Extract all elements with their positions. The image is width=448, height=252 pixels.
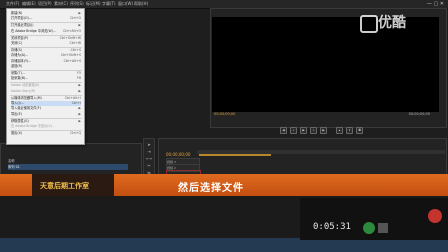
file-menu-item-label: Adobe Story(R) [11, 88, 36, 93]
file-menu-item[interactable]: 存储副本(Y)... Ctrl+Alt+S [11, 59, 81, 64]
file-menu-item-shortcut: Ctrl+W [69, 41, 82, 45]
menu-window[interactable]: 窗口(W) [118, 0, 133, 8]
taskbar [0, 238, 448, 252]
file-menu-item-shortcut: Ctrl+Shift+S [60, 53, 81, 58]
file-menu-item-label: 获取属性(G) [11, 118, 29, 123]
youku-logo-icon [360, 15, 378, 33]
file-menu-item-shortcut: Ctrl+Alt+I [64, 95, 81, 100]
step-back-icon[interactable]: ◀ [280, 127, 287, 134]
file-menu-item[interactable]: 关闭项目(P) Ctrl+Shift+W [11, 36, 81, 41]
file-menu-item-label: 返回(R) [11, 64, 23, 69]
file-menu-item[interactable]: 打开最近项目(J) ▶ [11, 23, 81, 28]
menu-title[interactable]: 字幕(T) [102, 0, 116, 8]
file-menu-item-shortcut: Ctrl+O [70, 16, 81, 21]
file-menu-item[interactable]: 导出(E) ▶ [11, 112, 81, 117]
recorder-status-icon[interactable] [363, 222, 375, 234]
watermark: 优酷 [378, 15, 406, 31]
file-menu-item-label: 存储为(A)... [11, 53, 29, 58]
file-menu-item[interactable]: 在 Adobe Bridge 中显示(V)... [11, 124, 81, 129]
file-menu-item-shortcut: Ctrl+Q [70, 131, 81, 135]
track-select-icon[interactable]: ⇥ [146, 149, 152, 154]
file-menu-item[interactable]: 返回(R) [11, 64, 81, 69]
file-menu-item-label: 导入(I)... [11, 101, 24, 105]
file-menu-item-label: 存储(S) [11, 47, 22, 52]
file-menu-item-shortcut: ▶ [78, 106, 81, 111]
file-menu-item[interactable]: 从媒体浏览器导入(M) Ctrl+Alt+I [11, 96, 81, 101]
selection-tool-icon[interactable]: ➤ [146, 142, 152, 147]
transport-controls: ◀ « ▶ » ▶ ▴ ▾ ◘ [270, 127, 390, 134]
program-timecode[interactable]: 00;00;00;00 [214, 112, 235, 116]
menu-edit[interactable]: 编辑(E) [22, 0, 36, 8]
recorder-time: 0:05:31 [313, 222, 351, 232]
file-menu-item[interactable]: 获取属性(G) ▶ [11, 119, 81, 124]
menu-sequence[interactable]: 序列(S) [70, 0, 84, 8]
file-menu-item-label: 打开项目(O)... [11, 16, 32, 21]
menu-file[interactable]: 文件(F) [6, 0, 19, 8]
program-duration: 00;00;00;00 [408, 112, 430, 116]
file-menu-item[interactable]: 打开项目(O)... Ctrl+O [11, 16, 81, 21]
file-menu-item-shortcut: Ctrl+S [70, 47, 81, 52]
file-menu-item-label: 打开最近项目(J) [11, 23, 34, 28]
work-area-bar[interactable] [199, 154, 271, 156]
file-menu-item[interactable]: 退出(X) Ctrl+Q [11, 131, 81, 136]
file-menu-item-shortcut: Ctrl+Alt+O [63, 28, 81, 33]
file-menu-dropdown: 新建(N) ▶ 打开项目(O)... Ctrl+O 打开最近项目(J) ▶ 在 Adobe … [6, 8, 85, 145]
recorder-pause-icon[interactable] [378, 223, 388, 233]
forward-icon[interactable]: » [310, 127, 317, 134]
file-menu-item-shortcut: ▶ [78, 118, 81, 123]
file-menu-item-label: 批采集(B)... [11, 76, 29, 81]
file-menu-item-shortcut: ▶ [78, 83, 81, 88]
timeline-timecode[interactable]: 00;00;00;00 [166, 152, 190, 157]
razor-icon[interactable]: ✂ [146, 163, 152, 168]
file-menu-item-label: 采集(T)... [11, 71, 25, 75]
recorder-panel [300, 198, 448, 240]
file-menu-item-shortcut: ▶ [78, 88, 81, 93]
file-menu-item-shortcut: F5 [77, 71, 81, 75]
file-menu-item-shortcut: ▶ [78, 23, 81, 28]
rewind-icon[interactable]: « [290, 127, 297, 134]
file-menu-item-label: 关闭(C) [11, 41, 23, 45]
menu-help[interactable]: 帮助(H) [134, 0, 148, 8]
file-menu-item[interactable]: Adobe 动态链接(K) ▶ [11, 83, 81, 88]
file-menu-item[interactable]: 批采集(B)... F6 [11, 76, 81, 81]
file-menu-item-label: 在 Adobe Bridge 中浏览(W)... [11, 28, 56, 33]
lift-icon[interactable]: ▴ [336, 127, 343, 134]
menu-project[interactable]: 项目(P) [38, 0, 52, 8]
file-menu-item[interactable]: 导入最近使用文件(F) ▶ [11, 106, 81, 111]
file-menu-item-label: 退出(X) [11, 131, 23, 135]
file-menu-item-label: Adobe 动态链接(K) [11, 83, 40, 88]
file-menu-item-label: 存储副本(Y)... [11, 58, 32, 63]
file-menu-item[interactable]: Adobe Story(R) ▶ [11, 89, 81, 94]
file-menu-item-label: 导入最近使用文件(F) [11, 106, 41, 111]
file-menu-item[interactable]: 关闭(C) Ctrl+W [11, 41, 81, 46]
play-icon[interactable]: ▶ [300, 127, 307, 134]
file-menu-item-shortcut: ▶ [78, 111, 81, 116]
file-menu-item-label: 导出(E) [11, 111, 22, 116]
caption-subtitle: 然后选择文件 [178, 183, 244, 194]
step-forward-icon[interactable]: ▶ [320, 127, 327, 134]
file-menu-item-label: 从媒体浏览器导入(M) [11, 95, 42, 100]
menu-marker[interactable]: 标记(M) [86, 0, 101, 8]
file-menu-item-shortcut: Ctrl+Alt+S [63, 58, 81, 63]
file-menu-item[interactable]: 在 Adobe Bridge 中浏览(W)... Ctrl+Alt+O [11, 29, 81, 34]
window-controls[interactable]: — ▢ ✕ [427, 1, 444, 7]
extract-icon[interactable]: ▾ [346, 127, 353, 134]
project-item[interactable]: 序列 01 [8, 164, 128, 170]
file-menu-item-shortcut: Ctrl+Shift+W [59, 35, 81, 40]
studio-logo-text: 天意后期工作室 [40, 182, 89, 190]
export-frame-icon[interactable]: ◘ [356, 127, 363, 134]
file-menu-item-label: 新建(N) [11, 11, 23, 15]
record-button[interactable] [428, 209, 442, 223]
file-menu-item-shortcut: F6 [77, 76, 81, 81]
file-menu-item[interactable]: 存储为(A)... Ctrl+Shift+S [11, 53, 81, 58]
file-menu-item-label: 在 Adobe Bridge 中显示(V)... [11, 124, 55, 129]
ripple-edit-icon[interactable]: ⟷ [146, 156, 152, 161]
file-menu-item-shortcut: Ctrl+I [71, 101, 81, 105]
file-menu-item-label: 关闭项目(P) [11, 35, 29, 40]
menu-clip[interactable]: 素材(C) [54, 0, 68, 8]
file-menu-item-shortcut: ▶ [78, 11, 81, 15]
